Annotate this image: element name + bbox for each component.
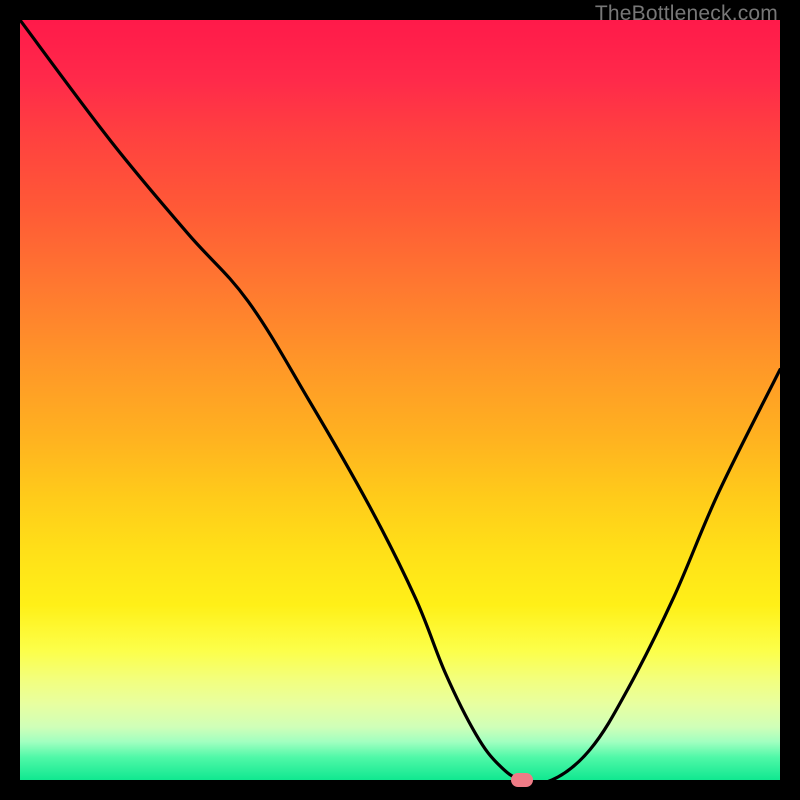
bottleneck-curve (20, 20, 780, 780)
optimal-marker (511, 773, 533, 787)
chart-frame: TheBottleneck.com (0, 0, 800, 800)
plot-area (20, 20, 780, 780)
